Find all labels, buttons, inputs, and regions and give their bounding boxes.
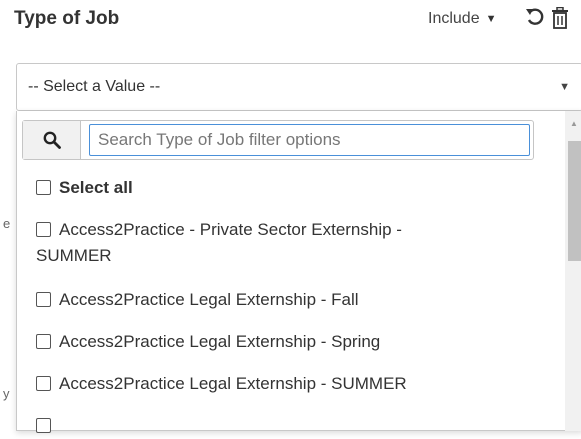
trash-icon[interactable]: [551, 7, 569, 29]
checkbox[interactable]: [36, 222, 51, 237]
select-all-label: Select all: [59, 178, 133, 197]
select-all-option[interactable]: Select all: [36, 175, 133, 201]
option-label: Access2Practice Legal Externship - SUMME…: [59, 374, 407, 393]
select-placeholder: -- Select a Value --: [28, 78, 161, 95]
background-text-fragment: e: [3, 216, 11, 231]
filter-title: Type of Job: [14, 8, 120, 29]
search-input[interactable]: [89, 124, 530, 156]
chevron-down-icon: ▼: [485, 13, 497, 25]
options-dropdown: Select all Access2Practice - Private Sec…: [16, 111, 581, 433]
option-label: Access2Practice Legal Externship - Sprin…: [59, 332, 381, 351]
option-label-continued: SUMMER: [36, 246, 112, 265]
value-select[interactable]: -- Select a Value -- ▼: [16, 63, 581, 111]
include-dropdown[interactable]: Include ▼: [428, 10, 496, 28]
list-item[interactable]: Access2Practice Legal Externship - Fall: [36, 287, 359, 313]
checkbox[interactable]: [36, 418, 51, 433]
option-label: Access2Practice - Private Sector Externs…: [59, 220, 402, 239]
list-item[interactable]: Access2Practice - Private Sector Externs…: [36, 217, 402, 269]
checkbox[interactable]: [36, 292, 51, 307]
scrollbar[interactable]: ▲: [565, 111, 581, 431]
list-item[interactable]: Access2Practice Legal Externship - SUMME…: [36, 371, 407, 397]
scrollbar-thumb[interactable]: [568, 141, 581, 261]
checkbox[interactable]: [36, 334, 51, 349]
option-label: Access2Practice Legal Externship - Fall: [59, 290, 359, 309]
search-box: [22, 120, 534, 160]
include-label: Include: [428, 10, 480, 27]
list-item[interactable]: Access2Practice Legal Externship - Sprin…: [36, 329, 380, 355]
search-icon: [43, 131, 61, 149]
reset-icon[interactable]: [524, 6, 546, 28]
chevron-down-icon: ▼: [559, 81, 570, 93]
background-text-fragment: y: [3, 386, 10, 401]
scroll-up-icon[interactable]: ▲: [570, 119, 578, 128]
search-button[interactable]: [23, 121, 81, 159]
checkbox[interactable]: [36, 376, 51, 391]
checkbox[interactable]: [36, 180, 51, 195]
list-item-partial[interactable]: [36, 413, 59, 439]
